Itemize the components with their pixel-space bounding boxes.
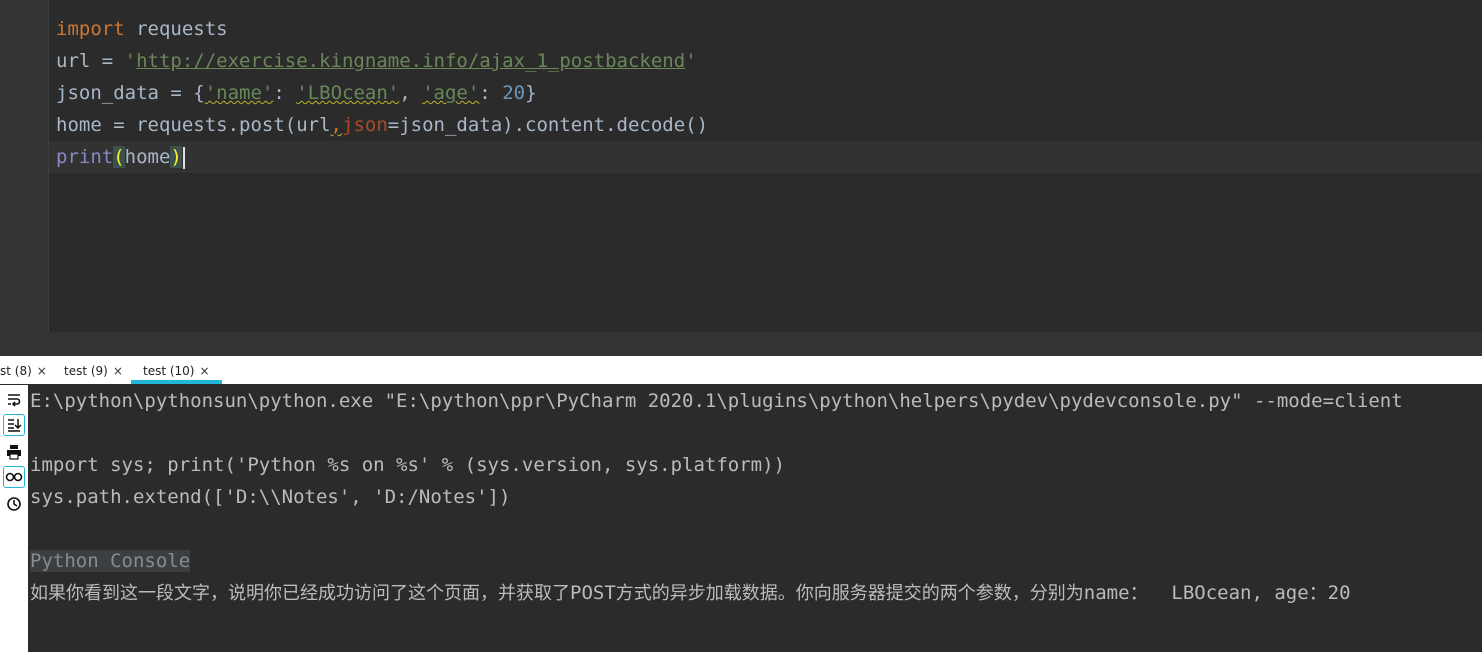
tab-test-10[interactable]: test (10) × [131, 358, 222, 384]
comma-warning: , [330, 114, 342, 136]
code-line-2[interactable]: url = 'http://exercise.kingname.info/aja… [56, 45, 697, 77]
colon-1: : [273, 82, 297, 104]
scroll-to-end-icon[interactable] [3, 414, 25, 436]
output-cjk-2: 方式的异步加载数据。你向服务器提交的两个参数，分别为 [615, 583, 1084, 604]
output-params: name： LBOcean, age：20 [1083, 582, 1351, 604]
key-age: 'age' [422, 82, 480, 104]
console-line-title: Python Console [30, 545, 191, 577]
json-param: json [342, 114, 388, 136]
output-post: POST [570, 582, 616, 604]
editor-gutter[interactable] [0, 0, 49, 332]
print-icon[interactable] [3, 441, 25, 463]
editor-horizontal-scroll[interactable] [0, 332, 1482, 356]
post-call-start: home = requests.post(url [56, 114, 331, 136]
tab-label: test (10) [143, 364, 195, 378]
keyword-import: import [56, 18, 125, 40]
url-literal[interactable]: http://exercise.kingname.info/ajax_1_pos… [136, 50, 685, 72]
code-line-1[interactable]: import requests [56, 13, 228, 45]
paren-close: ) [170, 146, 182, 168]
print-builtin: print [56, 146, 114, 168]
console-line-import: import sys; print('Python %s on %s' % (s… [30, 454, 785, 476]
show-variables-icon[interactable] [3, 466, 25, 488]
tab-test-8[interactable]: st (8) × [0, 358, 47, 384]
import-target: requests [124, 18, 228, 40]
console-tab-bar: st (8) × test (9) × test (10) × [0, 358, 1482, 385]
value-lbocean: 'LBOcean' [296, 82, 400, 104]
post-call-end: =json_data).content.decode() [387, 114, 709, 136]
print-arg: home [124, 146, 171, 168]
close-icon[interactable]: × [37, 364, 47, 378]
close-icon[interactable]: × [200, 364, 210, 378]
console-line-output: 如果你看到这一段文字，说明你已经成功访问了这个页面，并获取了POST方式的异步加… [30, 577, 1351, 609]
comma-1: , [399, 82, 423, 104]
soft-wrap-icon[interactable] [3, 389, 25, 411]
paren-open: ( [113, 146, 125, 168]
close-icon[interactable]: × [113, 364, 123, 378]
console-output[interactable]: E:\python\pythonsun\python.exe "E:\pytho… [0, 385, 1482, 652]
url-assign: url = [56, 50, 125, 72]
tab-label: test (9) [64, 364, 108, 378]
console-toolbar [0, 385, 28, 652]
colon-2: : [479, 82, 503, 104]
tab-label: st (8) [0, 364, 32, 378]
code-line-5[interactable]: print(home) [56, 141, 185, 173]
code-line-4[interactable]: home = requests.post(url,json=json_data)… [56, 109, 708, 141]
quote-open: ' [124, 50, 137, 72]
output-cjk-1: 如果你看到这一段文字，说明你已经成功访问了这个页面，并获取了 [30, 583, 570, 604]
value-20: 20 [502, 82, 526, 104]
code-line-3[interactable]: json_data = {'name': 'LBOcean', 'age': 2… [56, 77, 537, 109]
tab-test-9[interactable]: test (9) × [64, 358, 123, 384]
history-icon[interactable] [3, 493, 25, 515]
json-data-assign: json_data = { [56, 82, 205, 104]
console-line-command: E:\python\pythonsun\python.exe "E:\pytho… [30, 390, 1403, 412]
current-line-highlight [49, 141, 1482, 173]
code-editor[interactable]: import requests url = 'http://exercise.k… [0, 0, 1482, 332]
quote-close: ' [685, 50, 697, 72]
text-caret [182, 146, 185, 169]
console-line-syspath: sys.path.extend(['D:\\Notes', 'D:/Notes'… [30, 486, 511, 508]
brace-close: } [525, 82, 537, 104]
python-console-label: Python Console [30, 550, 191, 572]
key-name: 'name' [204, 82, 274, 104]
